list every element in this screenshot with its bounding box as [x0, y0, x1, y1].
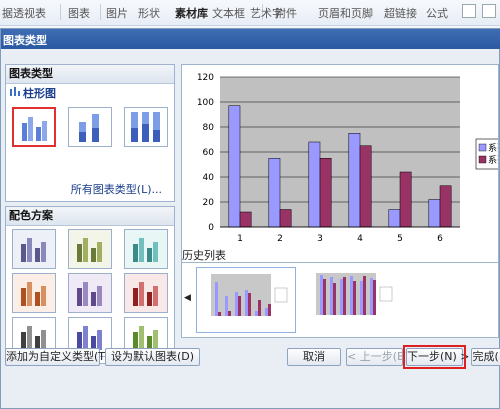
history-item[interactable]: [302, 267, 402, 333]
set-default-chart-button[interactable]: 设为默认图表(D): [105, 348, 200, 366]
finish-button[interactable]: 完成(F): [471, 348, 500, 366]
all-chart-types-link[interactable]: 所有图表类型(L)...: [71, 181, 162, 197]
dialog-title-bar[interactable]: 图表类型: [1, 29, 500, 49]
color-scheme-panel: 配色方案: [5, 206, 175, 364]
column-chart-label: 柱形图: [23, 87, 56, 100]
chart-type-dialog: 图表类型 图表类型 柱形图 所有图表类型(L)... 配色方案 0 20 40 60 8…: [0, 28, 500, 409]
color-scheme-option[interactable]: [68, 229, 112, 269]
chart-bar: [359, 145, 372, 228]
y-tick-label: 100: [197, 98, 214, 108]
chart-bar: [268, 158, 281, 228]
x-tick-label: 1: [237, 234, 243, 244]
color-scheme-option[interactable]: [12, 229, 56, 269]
legend-swatch: [478, 155, 487, 164]
toolbar-chart[interactable]: 图表: [68, 5, 90, 21]
toolbar-header-footer[interactable]: 页眉和页脚: [318, 5, 373, 21]
toolbar-hyperlink[interactable]: 超链接: [384, 5, 417, 21]
y-tick-label: 120: [197, 73, 214, 83]
next-step-highlight: [403, 345, 466, 369]
legend-label: 系列1: [488, 142, 498, 154]
stacked-column-thumb[interactable]: [68, 107, 112, 147]
x-tick-label: 5: [397, 234, 403, 244]
cancel-button[interactable]: 取消: [287, 348, 341, 366]
chart-bar: [308, 141, 321, 228]
toolbar-formula[interactable]: 公式: [426, 5, 448, 21]
dialog-title: 图表类型: [3, 34, 47, 47]
color-scheme-option[interactable]: [68, 273, 112, 313]
legend-label: 系列2: [488, 154, 498, 166]
history-thumb-svg: [316, 273, 393, 315]
toolbar-material[interactable]: 素材库: [175, 5, 208, 21]
checkbox-icon[interactable]: [482, 4, 496, 18]
color-scheme-option[interactable]: [12, 273, 56, 313]
x-tick-label: 6: [437, 234, 443, 244]
toolbar-pivot[interactable]: 据透视表: [2, 5, 46, 21]
chart-bar: [228, 105, 241, 228]
chart-preview: 0 20 40 60 80 100 120 1 2 3 4 5 6 系列1系列2: [181, 64, 500, 271]
toolbar-shape[interactable]: 形状: [138, 5, 160, 21]
chart-type-panel: 图表类型 柱形图 所有图表类型(L)...: [5, 64, 175, 202]
column-chart-icon: [10, 86, 20, 96]
add-custom-type-button[interactable]: 添加为自定义类型(T): [5, 348, 109, 366]
clustered-column-thumb[interactable]: [12, 107, 56, 147]
color-scheme-header: 配色方案: [6, 207, 174, 226]
color-scheme-option[interactable]: [124, 273, 168, 313]
toolbar-separator: [100, 4, 101, 20]
toolbar-textbox[interactable]: 文本框: [212, 5, 245, 21]
history-list: ◀: [181, 262, 499, 338]
percent-column-thumb[interactable]: [124, 107, 168, 147]
history-thumb-svg: [211, 274, 288, 316]
chart-bar: [348, 133, 361, 228]
y-tick-label: 40: [203, 173, 215, 183]
chart-type-header: 图表类型: [6, 65, 174, 84]
history-item[interactable]: [196, 267, 296, 333]
x-tick-label: 3: [317, 234, 323, 244]
x-tick-label: 2: [277, 234, 283, 244]
chart-bar: [239, 211, 252, 228]
scroll-left-icon[interactable]: ◀: [184, 293, 191, 303]
color-scheme-option[interactable]: [124, 229, 168, 269]
prev-step-button[interactable]: < 上一步(B): [346, 348, 409, 366]
y-tick-label: 0: [208, 223, 214, 233]
toolbar-picture[interactable]: 图片: [106, 5, 128, 21]
chart-bar: [319, 158, 332, 228]
chart-bar: [279, 209, 292, 228]
y-tick-label: 60: [203, 148, 215, 158]
app-toolbar: 据透视表 图表 图片 形状 素材库 文本框 艺术字 附件 页眉和页脚 超链接 公…: [0, 0, 500, 26]
history-label: 历史列表: [182, 249, 226, 262]
legend-swatch: [478, 143, 487, 152]
chart-bar: [428, 199, 441, 228]
y-tick-label: 20: [203, 198, 215, 208]
checkbox-icon[interactable]: [462, 4, 476, 18]
chart-bar: [399, 171, 412, 228]
chart-preview-svg: 0 20 40 60 80 100 120 1 2 3 4 5 6 系列1系列2: [197, 73, 500, 244]
toolbar-separator: [60, 4, 61, 20]
toolbar-attachment[interactable]: 附件: [275, 5, 297, 21]
chart-bar: [439, 185, 452, 228]
x-tick-label: 4: [357, 234, 363, 244]
chart-bar: [388, 209, 401, 228]
y-tick-label: 80: [203, 123, 215, 133]
